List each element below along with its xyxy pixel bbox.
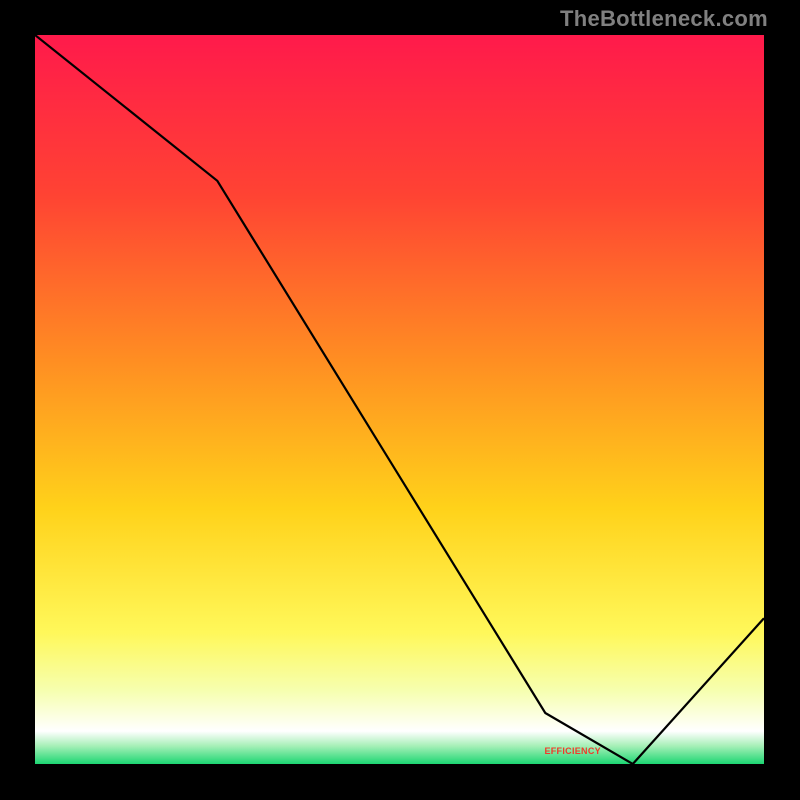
chart-background-gradient: [35, 35, 764, 764]
chart-plot-area: EFFICIENCY: [33, 33, 766, 766]
axis-marker-label: EFFICIENCY: [544, 746, 601, 756]
watermark-text: TheBottleneck.com: [560, 6, 768, 32]
chart-svg: [35, 35, 764, 764]
